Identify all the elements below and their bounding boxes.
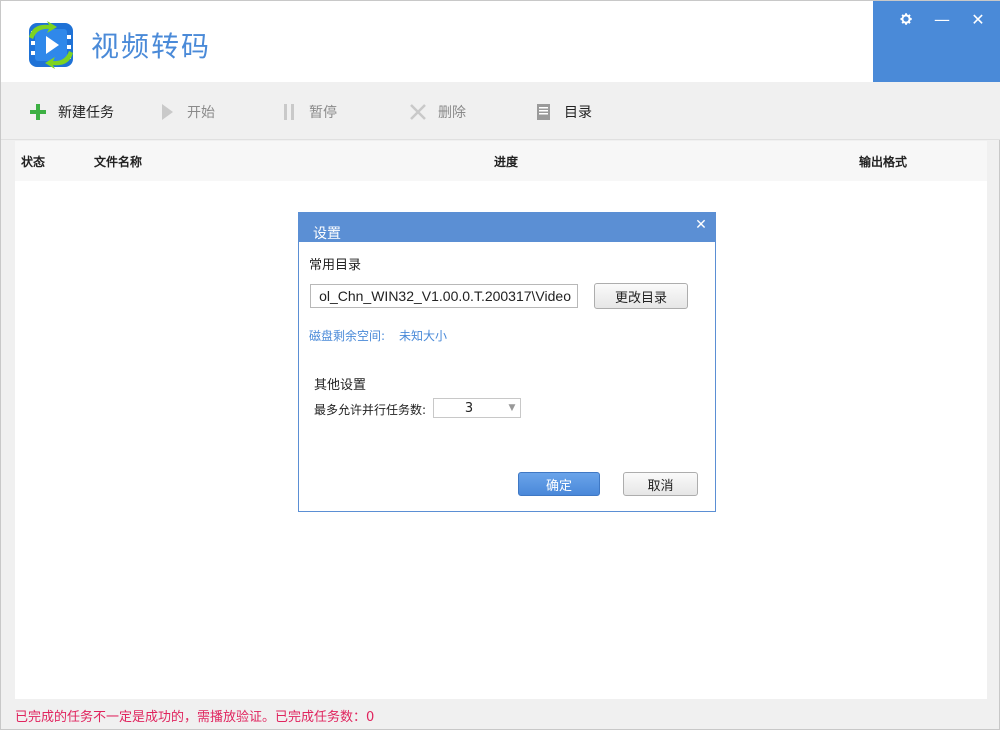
dialog-title: 设置: [313, 226, 341, 242]
start-label: 开始: [187, 105, 215, 121]
disk-space-value: 未知大小: [399, 329, 448, 343]
directory-path-input[interactable]: [310, 284, 578, 308]
column-progress[interactable]: 进度: [494, 153, 518, 170]
pause-icon: [279, 101, 299, 123]
start-button[interactable]: 开始: [157, 100, 215, 124]
document-icon: [534, 101, 554, 123]
max-tasks-value: 3: [464, 400, 474, 416]
max-tasks-select[interactable]: 3 ▼: [433, 398, 521, 418]
app-window: 视频转码 — ✕ 新建任务 开始 暂停 删除 目录 状态 文件名称 进度 输出格…: [0, 0, 1000, 730]
delete-button[interactable]: 删除: [408, 100, 466, 124]
directory-label: 目录: [564, 105, 592, 121]
new-task-label: 新建任务: [58, 105, 114, 121]
plus-icon: [28, 101, 48, 123]
settings-gear-icon[interactable]: [897, 9, 915, 29]
other-settings-label: 其他设置: [314, 378, 367, 393]
ok-button[interactable]: 确定: [518, 472, 600, 496]
app-logo-icon: [29, 21, 73, 69]
title-controls: — ✕: [873, 1, 1000, 82]
column-status[interactable]: 状态: [21, 153, 45, 170]
pause-button[interactable]: 暂停: [279, 100, 337, 124]
app-title: 视频转码: [91, 30, 212, 63]
task-table-header: 状态 文件名称 进度 输出格式: [15, 141, 987, 181]
delete-label: 删除: [438, 105, 466, 121]
gear-icon: [900, 13, 912, 25]
max-tasks-label: 最多允许并行任务数:: [314, 403, 427, 417]
disk-space-label: 磁盘剩余空间:: [309, 329, 386, 343]
chevron-down-icon: ▼: [508, 403, 516, 413]
dialog-close-icon[interactable]: ✕: [693, 217, 709, 233]
column-output-format[interactable]: 输出格式: [859, 153, 907, 170]
app-header: 视频转码 — ✕: [1, 1, 1000, 82]
pause-label: 暂停: [309, 105, 337, 121]
settings-dialog: 设置 ✕ 常用目录 更改目录 磁盘剩余空间: 未知大小 其他设置 最多允许并行任…: [298, 212, 716, 512]
logo-area: 视频转码: [25, 19, 275, 71]
column-filename[interactable]: 文件名称: [94, 153, 142, 170]
dialog-titlebar[interactable]: 设置 ✕: [299, 213, 715, 242]
directory-button[interactable]: 目录: [534, 100, 592, 124]
common-dir-label: 常用目录: [309, 258, 362, 273]
cancel-button[interactable]: 取消: [623, 472, 698, 496]
change-directory-button[interactable]: 更改目录: [594, 283, 688, 309]
delete-x-icon: [408, 101, 428, 123]
new-task-button[interactable]: 新建任务: [28, 100, 114, 124]
minimize-button[interactable]: —: [933, 9, 951, 29]
play-icon: [157, 101, 177, 123]
toolbar: 新建任务 开始 暂停 删除 目录: [1, 82, 1000, 140]
status-text: 已完成的任务不一定是成功的，需播放验证。已完成任务数：0: [15, 710, 375, 725]
close-button[interactable]: ✕: [969, 9, 987, 29]
